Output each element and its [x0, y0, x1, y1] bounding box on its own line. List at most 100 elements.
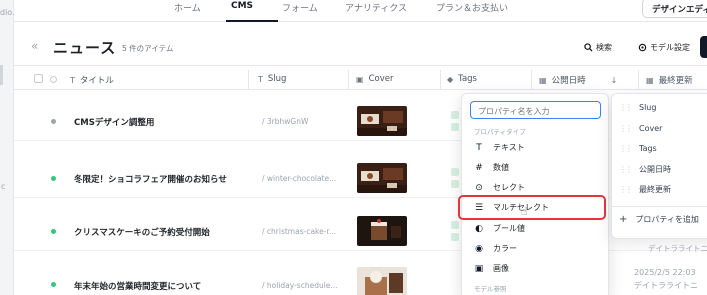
property-item-slug[interactable]: ⋮⋮ Slug: [619, 103, 656, 112]
property-item-published[interactable]: ⋮⋮ 公開日時: [619, 164, 671, 175]
image-icon: ▣: [474, 263, 484, 274]
property-type-label: 数値: [493, 163, 509, 172]
property-label: Cover: [639, 124, 663, 133]
property-type-boolean[interactable]: ◐ ブール値: [472, 219, 600, 238]
property-name-input[interactable]: [470, 101, 601, 119]
property-type-number[interactable]: # 数値: [472, 158, 600, 177]
calendar-icon: ▦: [539, 75, 547, 85]
cover-thumbnail: [357, 216, 407, 246]
search-button[interactable]: 検索: [584, 42, 612, 53]
status-dot: [51, 119, 56, 124]
table-header: T タイトル T Slug ▣ Cover ◆ Tags ▦ 公開日時 ↓ ▦ 最終更新: [14, 70, 707, 90]
drag-handle-icon[interactable]: ⋮⋮: [619, 144, 633, 153]
tab-home[interactable]: ホーム: [174, 1, 201, 14]
text-icon: T: [476, 142, 482, 153]
add-property-label: プロパティを追加: [635, 215, 699, 224]
property-type-label: テキスト: [493, 143, 525, 152]
column-cover[interactable]: ▣ Cover: [356, 74, 393, 84]
row-slug: / winter-chocolate...: [262, 174, 337, 183]
search-label: 検索: [596, 43, 612, 52]
cover-thumbnail: [357, 163, 407, 193]
drag-handle-icon[interactable]: ⋮⋮: [619, 103, 633, 112]
page-title: ニュース: [53, 39, 117, 57]
tag-chip: [451, 123, 459, 131]
property-label: 公開日時: [639, 165, 671, 174]
tag-chip: [451, 233, 459, 241]
tag-chip: [451, 180, 459, 188]
column-slug[interactable]: T Slug: [258, 74, 286, 84]
hand-cursor-icon: ☝: [521, 205, 528, 218]
column-updated[interactable]: ▦ 最終更新: [646, 74, 693, 87]
column-label: タイトル: [79, 76, 114, 86]
text-type-icon: T: [258, 74, 263, 84]
sort-descending-icon[interactable]: ↓: [611, 76, 618, 85]
plus-icon: +: [619, 214, 628, 225]
tab-cms[interactable]: CMS: [231, 1, 253, 11]
status-dot: [51, 176, 56, 181]
row-title: 年末年始の営業時間変更について: [74, 282, 202, 292]
property-type-text[interactable]: T テキスト: [472, 138, 600, 157]
tag-chip: [451, 111, 459, 119]
property-item-updated[interactable]: ⋮⋮ 最終更新: [619, 184, 671, 195]
active-tab-underline: [226, 20, 278, 22]
property-type-label: 画像: [493, 264, 509, 273]
row-slug: / holiday-schedule...: [262, 281, 338, 290]
property-type-popover: プロパティタイプ Tテキスト #数値 ⊙セレクト ☰マルチセレクト ◐ブール値 …: [461, 93, 609, 295]
property-type-color[interactable]: ◉ カラー: [472, 239, 600, 258]
primary-action-button[interactable]: [700, 36, 707, 58]
drag-handle-icon[interactable]: ⋮⋮: [619, 165, 633, 174]
cover-thumbnail: [357, 267, 407, 295]
text-type-icon: T: [70, 75, 75, 85]
property-type-label: セレクト: [493, 183, 525, 192]
search-icon: [584, 43, 593, 52]
property-label: Slug: [639, 103, 657, 112]
multiselect-highlight-box: [458, 195, 606, 220]
column-label: Slug: [267, 74, 287, 84]
item-count: 5 件のアイテム: [122, 44, 174, 53]
property-type-label: カラー: [493, 244, 517, 253]
updated-by-text: デイトラライトニ: [648, 244, 707, 253]
drag-handle-icon[interactable]: ⋮⋮: [619, 124, 633, 133]
tag-chip: [451, 168, 459, 176]
cover-thumbnail: [357, 106, 407, 136]
calendar-icon: ▦: [646, 75, 654, 85]
select-icon: ⊙: [475, 182, 483, 193]
property-item-tags[interactable]: ⋮⋮ Tags: [619, 144, 657, 153]
column-label: 公開日時: [551, 76, 586, 86]
column-separator: [638, 70, 639, 90]
panel-divider: [612, 206, 707, 207]
add-property-button[interactable]: + プロパティを追加: [619, 214, 699, 225]
rail-active-indicator: [0, 65, 3, 85]
column-tags[interactable]: ◆ Tags: [447, 74, 477, 84]
column-label: Tags: [458, 74, 477, 84]
drag-handle-icon[interactable]: ⋮⋮: [619, 185, 633, 194]
row-title: 冬限定！ショコラフェア開催のお知らせ: [74, 175, 227, 185]
status-dot: [51, 282, 56, 287]
column-separator: [348, 70, 349, 90]
column-separator: [440, 70, 441, 90]
property-type-section-label: プロパティタイプ: [474, 128, 526, 136]
column-label: 最終更新: [658, 76, 693, 86]
row-slug: / 3rbhwGnW: [262, 117, 309, 126]
column-published[interactable]: ▦ 公開日時 ↓: [539, 74, 618, 87]
property-item-cover[interactable]: ⋮⋮ Cover: [619, 124, 662, 133]
model-settings-button[interactable]: モデル設定: [638, 42, 690, 53]
property-label: 最終更新: [639, 185, 671, 194]
column-title[interactable]: T タイトル: [70, 74, 114, 87]
collapse-sidebar-icon[interactable]: «: [31, 39, 38, 53]
palette-icon: ◉: [475, 243, 483, 254]
tab-analytics[interactable]: アナリティクス: [345, 1, 407, 14]
property-type-image[interactable]: ▣ 画像: [472, 259, 600, 278]
tab-forms[interactable]: フォーム: [282, 1, 318, 14]
tab-plans-billing[interactable]: プラン＆お支払い: [436, 1, 508, 14]
top-navigation: ホーム CMS フォーム アナリティクス プラン＆お支払い デザインエディタ: [14, 0, 707, 22]
design-editor-button[interactable]: デザインエディタ: [642, 0, 707, 18]
hash-icon: #: [475, 162, 483, 173]
app-sidebar-rail: [0, 0, 14, 295]
column-separator: [531, 70, 532, 90]
model-reference-section-label: モデル参照: [474, 285, 507, 293]
tag-chip: [451, 221, 459, 229]
property-type-label: ブール値: [493, 224, 525, 233]
tag-icon: ◆: [447, 74, 454, 84]
toggle-icon: ◐: [475, 223, 483, 234]
